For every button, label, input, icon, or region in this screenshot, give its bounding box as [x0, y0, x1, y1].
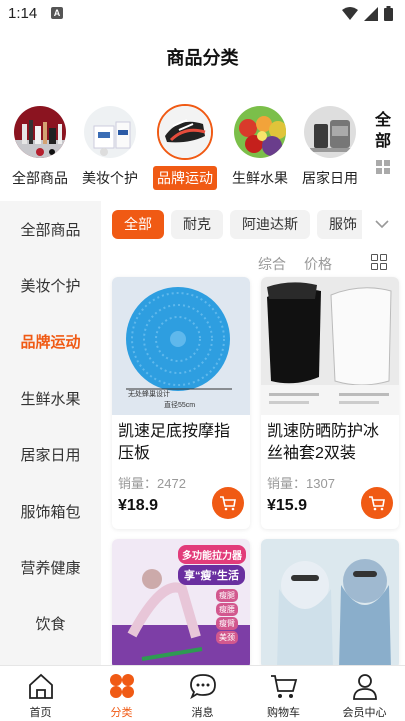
product-image-caption: 无处蜂巢设计 — [128, 391, 170, 398]
signal-icon — [364, 6, 378, 21]
product-image — [261, 277, 399, 415]
sidebar-item[interactable]: 居家日用 — [0, 427, 101, 483]
sidebar-item[interactable]: 美妆个护 — [0, 257, 101, 313]
grid-icon — [376, 160, 390, 174]
promo-tag: 瘦腰 — [216, 603, 238, 616]
sidebar-item-label: 美妆个护 — [20, 278, 81, 296]
sidebar-item[interactable]: 服饰箱包 — [0, 483, 101, 539]
product-title: 凯速足底按摩指压板 — [118, 423, 231, 462]
chevron-down-icon — [375, 220, 389, 229]
bottom-nav: 首页 分类 消息 购物车 会员中心 — [0, 665, 405, 721]
category-label: 居家日用 — [302, 170, 358, 186]
brand-chips: 全部 耐克 阿迪达斯 服饰 — [112, 210, 362, 240]
all-categories-button[interactable]: 全部 — [366, 110, 400, 174]
home-icon — [27, 672, 55, 700]
nav-member[interactable]: 会员中心 — [324, 666, 405, 721]
add-to-cart-button[interactable] — [212, 487, 244, 519]
sidebar-item-label: 全部商品 — [20, 221, 81, 239]
promo-text: 享“瘦”生活 — [178, 565, 245, 585]
product-image-caption: 直径55cm — [164, 402, 196, 409]
add-to-cart-button[interactable] — [361, 487, 393, 519]
status-time: 1:14 — [8, 5, 38, 22]
category-image — [232, 104, 288, 160]
sidebar-item[interactable]: 饮食 — [0, 596, 101, 652]
category-icon — [108, 672, 136, 700]
category-image — [12, 104, 68, 160]
sidebar-item-label: 饮食 — [35, 616, 66, 634]
category-all[interactable]: 全部商品 — [5, 100, 75, 190]
promo-tag: 美颈 — [216, 631, 238, 644]
sidebar-item-active[interactable]: 品牌运动 — [0, 314, 101, 370]
product-card[interactable] — [261, 539, 399, 669]
sidebar-item[interactable]: 营养健康 — [0, 539, 101, 595]
nav-message[interactable]: 消息 — [162, 666, 243, 721]
wifi-icon — [342, 6, 358, 20]
product-price: ¥15.9 — [267, 497, 308, 514]
product-image — [261, 539, 399, 669]
sidebar-item-label: 服饰箱包 — [20, 503, 81, 521]
cart-icon — [369, 496, 385, 511]
nav-label: 首页 — [29, 707, 52, 719]
nav-label: 购物车 — [267, 707, 300, 719]
nav-label: 消息 — [191, 707, 214, 719]
sort-price[interactable]: 价格 — [304, 254, 332, 274]
product-image: 无处蜂巢设计 直径55cm — [112, 277, 250, 415]
product-title: 凯速防晒防护冰丝袖套2双装 — [267, 423, 380, 462]
category-label: 全部商品 — [12, 170, 68, 186]
chip-adidas[interactable]: 阿迪达斯 — [230, 210, 310, 239]
category-image — [157, 104, 213, 160]
sidebar-item-label: 生鲜水果 — [20, 390, 81, 408]
category-strip: 全部商品 美妆个护 品牌运动 生鲜水果 居家日用 — [0, 100, 362, 192]
all-categories-label: 全部 — [374, 112, 391, 150]
sidebar-item[interactable]: 全部商品 — [0, 201, 101, 257]
category-label: 美妆个护 — [82, 170, 138, 186]
grid-view-icon[interactable] — [371, 254, 387, 270]
page-title: 商品分类 — [166, 48, 239, 68]
notification-icon: A — [51, 7, 63, 19]
product-card[interactable]: 多功能拉力器 享“瘦”生活 瘦腿 瘦腰 瘦臂 美颈 — [112, 539, 250, 669]
user-icon — [351, 672, 379, 700]
chip-apparel[interactable]: 服饰 — [317, 210, 362, 239]
nav-label: 会员中心 — [342, 707, 387, 719]
category-label: 生鲜水果 — [232, 170, 288, 186]
nav-cart[interactable]: 购物车 — [243, 666, 324, 721]
sidebar-item[interactable]: 生鲜水果 — [0, 370, 101, 426]
sidebar-item-label: 营养健康 — [20, 560, 81, 578]
promo-tag: 瘦臂 — [216, 617, 238, 630]
category-label: 品牌运动 — [153, 166, 217, 190]
sidebar: 全部商品 美妆个护 品牌运动 生鲜水果 居家日用 服饰箱包 营养健康 饮食 — [0, 201, 101, 665]
cart-icon — [220, 496, 236, 511]
sidebar-item-label: 品牌运动 — [20, 334, 81, 352]
sort-comprehensive[interactable]: 综合 — [258, 254, 286, 274]
category-home[interactable]: 居家日用 — [295, 100, 362, 190]
category-image — [82, 104, 138, 160]
nav-category[interactable]: 分类 — [81, 666, 162, 721]
nav-label: 分类 — [110, 707, 133, 719]
category-fresh[interactable]: 生鲜水果 — [225, 100, 295, 190]
status-icons — [342, 6, 393, 21]
battery-icon — [384, 6, 393, 21]
product-card[interactable]: 凯速防晒防护冰丝袖套2双装 销量：1307 ¥15.9 — [261, 277, 399, 529]
promo-tag: 瘦腿 — [216, 589, 238, 602]
expand-chips-button[interactable] — [370, 212, 394, 236]
sort-row: 综合 价格 — [258, 254, 332, 274]
product-card[interactable]: 无处蜂巢设计 直径55cm 凯速足底按摩指压板 销量：2472 ¥18.9 — [112, 277, 250, 529]
category-sports[interactable]: 品牌运动 — [150, 100, 220, 190]
chip-nike[interactable]: 耐克 — [171, 210, 223, 239]
product-price: ¥18.9 — [118, 497, 159, 514]
chip-all[interactable]: 全部 — [112, 210, 164, 239]
promo-text: 多功能拉力器 — [178, 545, 246, 564]
category-beauty[interactable]: 美妆个护 — [75, 100, 145, 190]
status-bar: 1:14 A — [0, 0, 405, 28]
cart-icon — [270, 672, 298, 700]
product-image: 多功能拉力器 享“瘦”生活 瘦腿 瘦腰 瘦臂 美颈 — [112, 539, 250, 669]
nav-home[interactable]: 首页 — [0, 666, 81, 721]
message-icon — [189, 672, 217, 700]
sidebar-item-label: 居家日用 — [20, 447, 81, 465]
category-image — [302, 104, 358, 160]
